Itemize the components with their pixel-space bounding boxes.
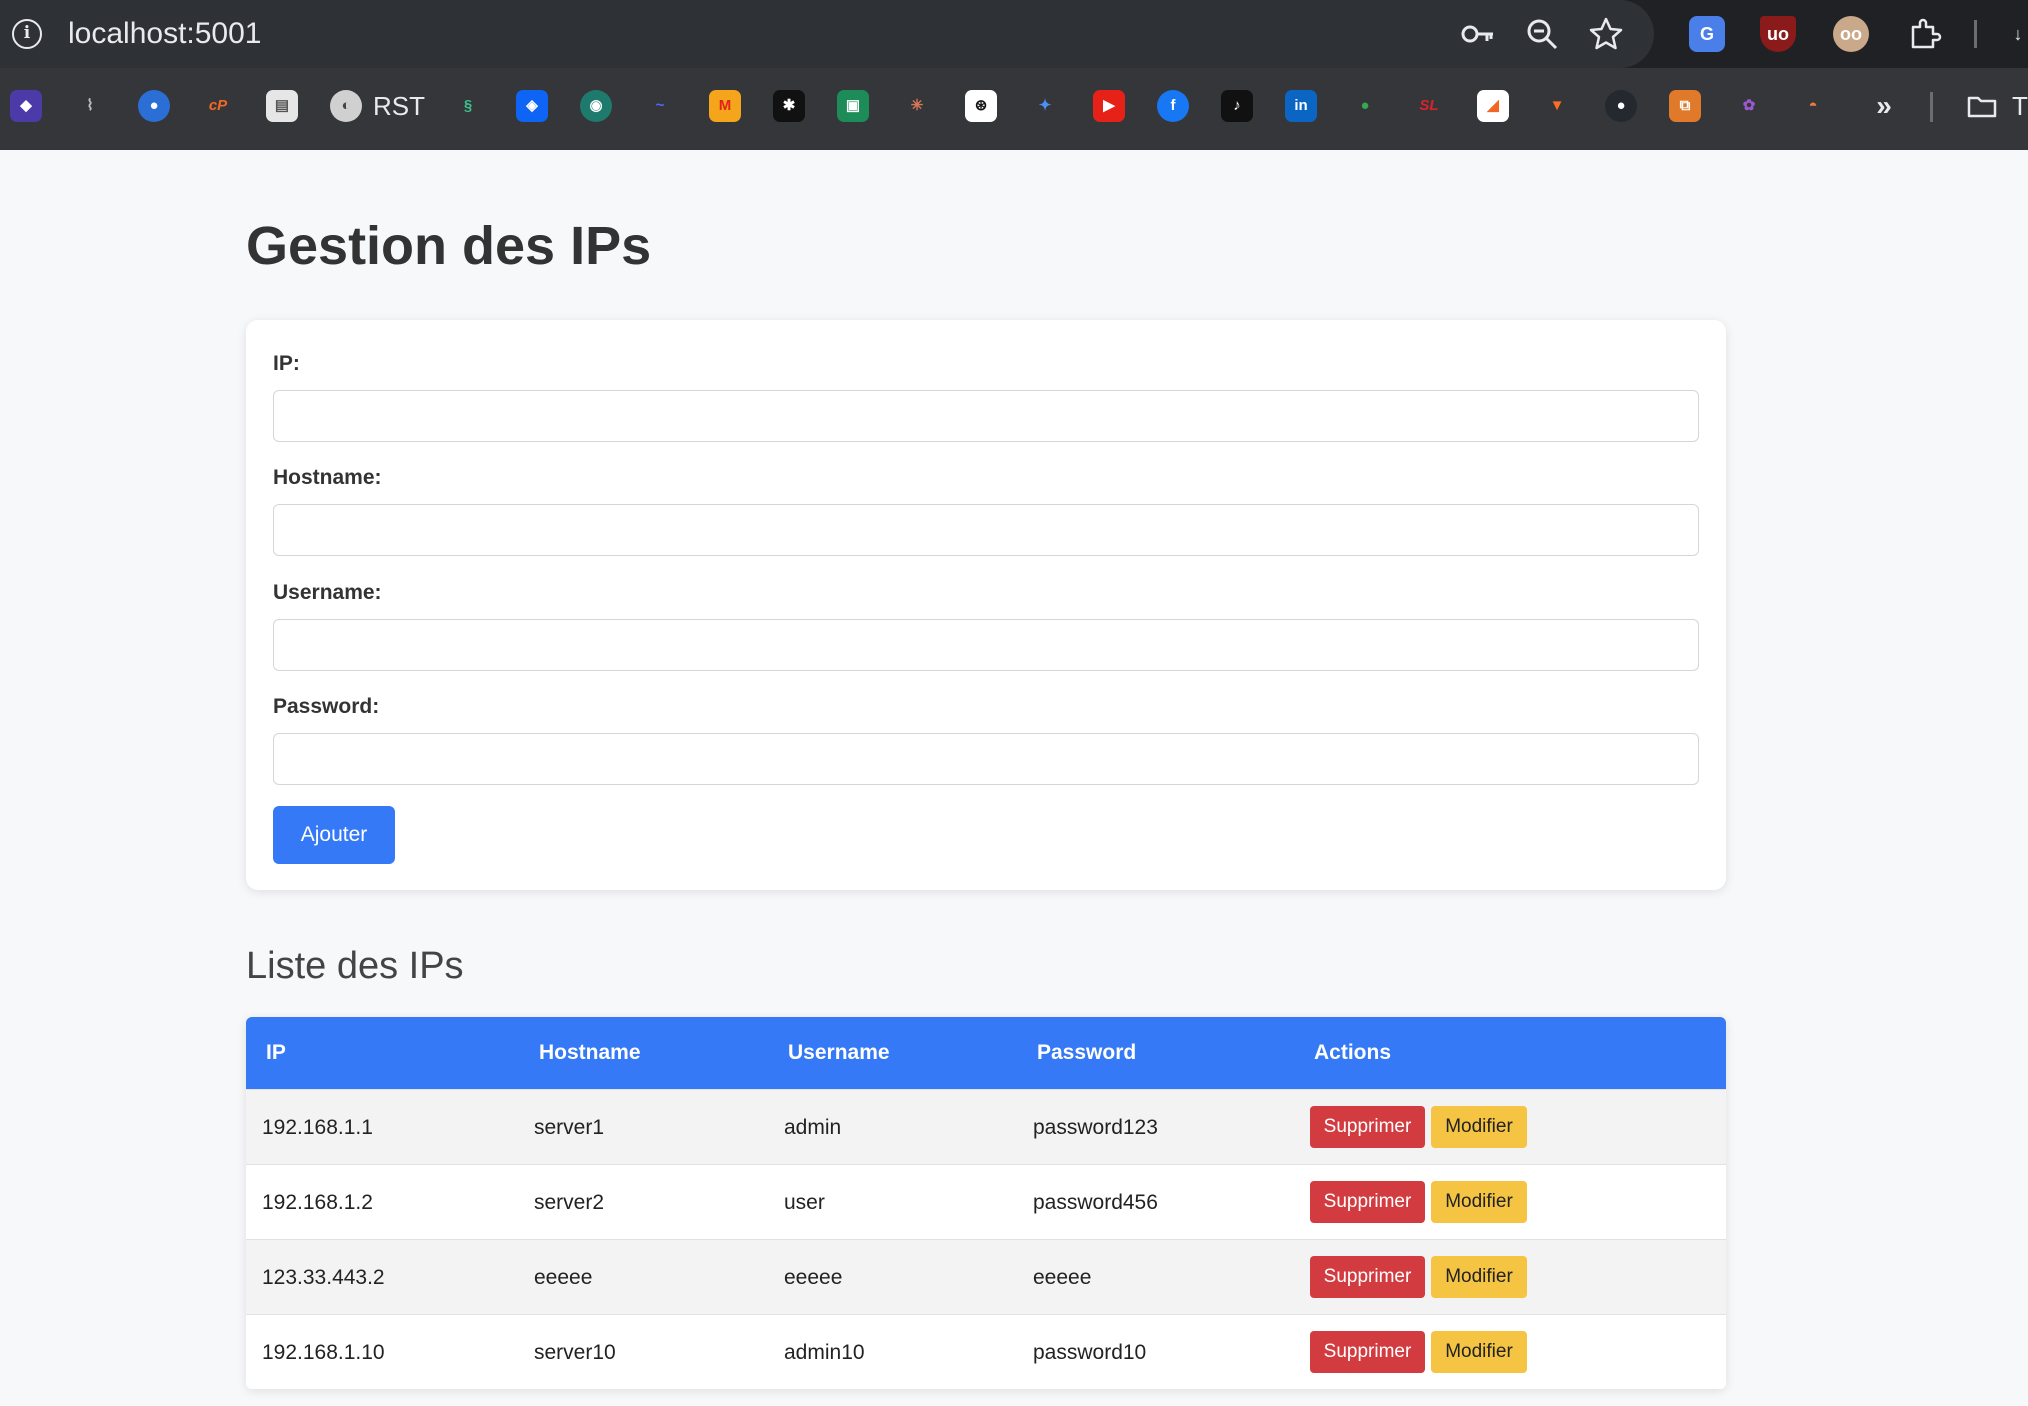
bookmarks-overflow-icon[interactable]: » [1868, 90, 1900, 122]
github-icon[interactable]: ● [1605, 90, 1637, 122]
cell-hostname: server2 [534, 1191, 605, 1214]
ip-table: IP Hostname Username Password Actions 19… [246, 1017, 1726, 1389]
bookmark-rst-label[interactable]: RST [373, 90, 425, 122]
table-header: IP Hostname Username Password Actions [246, 1017, 1726, 1089]
youtube-icon[interactable]: ▶ [1093, 90, 1125, 122]
deepseek-icon[interactable]: ~ [644, 90, 676, 122]
ip-form: IP: Hostname: Username: Password: Ajoute… [246, 320, 1726, 890]
bookmark-note-icon[interactable]: ◢ [1477, 90, 1509, 122]
url-text[interactable]: localhost:5001 [68, 16, 261, 52]
ip-input[interactable] [273, 390, 1699, 442]
cell-username: user [784, 1191, 825, 1214]
bookmark-lizard-icon[interactable]: ⌇ [74, 90, 106, 122]
cell-ip: 192.168.1.2 [262, 1191, 373, 1214]
bookmark-rst-icon[interactable]: ◐ [330, 90, 362, 122]
facebook-icon[interactable]: f [1157, 90, 1189, 122]
delete-button[interactable]: Supprimer [1310, 1181, 1425, 1223]
translate-extension-icon[interactable]: G [1689, 16, 1725, 52]
table-row: 192.168.1.10 server10 admin10 password10… [246, 1314, 1726, 1389]
bookmark-globe-icon[interactable]: ● [138, 90, 170, 122]
bookmark-folder-label[interactable]: T [2012, 90, 2028, 122]
hostname-label: Hostname: [273, 466, 382, 489]
key-icon[interactable] [1460, 16, 1496, 52]
username-label: Username: [273, 581, 382, 604]
bookmark-eye-icon[interactable]: ◉ [580, 90, 612, 122]
add-button[interactable]: Ajouter [273, 806, 395, 864]
gemini-icon[interactable]: ✦ [1029, 90, 1061, 122]
ip-label: IP: [273, 352, 300, 375]
header-ip: IP [266, 1041, 286, 1064]
table-row: 192.168.1.2 server2 user password456 Sup… [246, 1164, 1726, 1239]
bookmark-cpanel-icon[interactable]: cP [202, 90, 234, 122]
bookmarks-divider [1930, 92, 1933, 122]
site-info-icon[interactable]: i [12, 19, 42, 49]
cell-ip: 192.168.1.10 [262, 1341, 385, 1364]
table-row: 192.168.1.1 server1 admin password123 Su… [246, 1089, 1726, 1164]
tiktok-icon[interactable]: ♪ [1221, 90, 1253, 122]
header-username: Username [788, 1041, 890, 1064]
dropbox-icon[interactable]: ◈ [516, 90, 548, 122]
bookmark-s-icon[interactable]: § [452, 90, 484, 122]
folder-icon[interactable] [1966, 90, 1998, 122]
bookmark-star-icon[interactable]: ✱ [773, 90, 805, 122]
bookmark-copy-icon[interactable]: ⧉ [1669, 90, 1701, 122]
cell-password: password10 [1033, 1341, 1147, 1364]
cell-password: password456 [1033, 1191, 1158, 1214]
password-label: Password: [273, 695, 380, 718]
bookmark-butterfly-icon[interactable]: ✿ [1733, 90, 1765, 122]
cell-hostname: server10 [534, 1341, 616, 1364]
address-bar[interactable]: i localhost:5001 [0, 0, 1654, 68]
bookmark-food-icon[interactable]: ◓ [1797, 90, 1829, 122]
delete-button[interactable]: Supprimer [1310, 1331, 1425, 1373]
claude-icon[interactable]: ✳ [901, 90, 933, 122]
cell-password: eeeee [1033, 1266, 1092, 1289]
bookmarks-bar [0, 68, 2028, 150]
zoom-icon[interactable] [1524, 16, 1560, 52]
maps-icon[interactable]: ● [1349, 90, 1381, 122]
delete-button[interactable]: Supprimer [1310, 1256, 1425, 1298]
cell-username: admin10 [784, 1341, 865, 1364]
list-title: Liste des IPs [246, 945, 464, 987]
table-row: 123.33.443.2 eeeee eeeee eeeee Supprimer… [246, 1239, 1726, 1314]
page-title: Gestion des IPs [246, 216, 652, 276]
edit-button[interactable]: Modifier [1431, 1106, 1527, 1148]
cell-username: admin [784, 1116, 842, 1139]
linkedin-icon[interactable]: in [1285, 90, 1317, 122]
hostname-input[interactable] [273, 504, 1699, 556]
delete-button[interactable]: Supprimer [1310, 1106, 1425, 1148]
bookmark-bank-icon[interactable]: ▣ [837, 90, 869, 122]
edit-button[interactable]: Modifier [1431, 1331, 1527, 1373]
bookmark-m-icon[interactable]: M [709, 90, 741, 122]
bookmark-shield-icon[interactable]: ◆ [10, 90, 42, 122]
cell-username: eeeee [784, 1266, 843, 1289]
browser-chrome: i localhost:5001 G uo oo ↓ ◆ ⌇ ● cP ▤ ◐ … [0, 0, 2028, 150]
bookmark-sl-icon[interactable]: SL [1413, 90, 1445, 122]
toolbar-divider [1974, 20, 1977, 48]
edit-button[interactable]: Modifier [1431, 1181, 1527, 1223]
privacy-extension-icon[interactable]: oo [1833, 16, 1869, 52]
cell-password: password123 [1033, 1116, 1158, 1139]
puzzle-icon[interactable] [1906, 16, 1942, 52]
chatgpt-icon[interactable]: ⊛ [965, 90, 997, 122]
bookmark-scanner-icon[interactable]: ▤ [266, 90, 298, 122]
cell-hostname: server1 [534, 1116, 605, 1139]
cell-ip: 192.168.1.1 [262, 1116, 373, 1139]
download-icon[interactable]: ↓ [2000, 16, 2028, 52]
header-hostname: Hostname [539, 1041, 641, 1064]
password-input[interactable] [273, 733, 1699, 785]
ublock-extension-icon[interactable]: uo [1760, 16, 1796, 52]
star-icon[interactable] [1588, 16, 1624, 52]
header-password: Password [1037, 1041, 1137, 1064]
gitlab-icon[interactable]: ▼ [1541, 90, 1573, 122]
toolbar: i localhost:5001 G uo oo ↓ [0, 0, 2028, 68]
cell-ip: 123.33.443.2 [262, 1266, 385, 1289]
edit-button[interactable]: Modifier [1431, 1256, 1527, 1298]
header-actions: Actions [1314, 1041, 1392, 1064]
cell-hostname: eeeee [534, 1266, 593, 1289]
username-input[interactable] [273, 619, 1699, 671]
